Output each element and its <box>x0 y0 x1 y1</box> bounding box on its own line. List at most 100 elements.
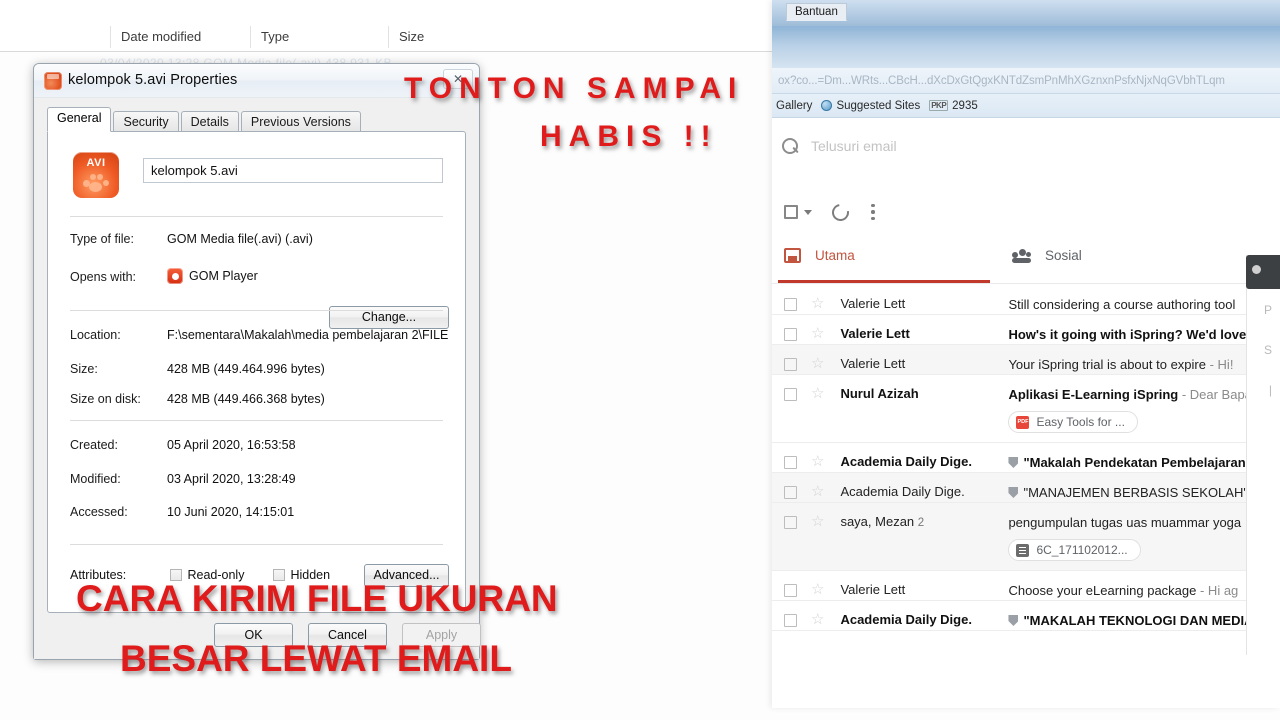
table-row[interactable]: ☆ Nurul Azizah Aplikasi E-Learning iSpri… <box>772 375 1280 443</box>
row-checkbox[interactable] <box>784 298 797 311</box>
dialog-title: kelompok 5.avi Properties <box>68 72 238 88</box>
row-body: pengumpulan tugas uas muammar yoga 6C_17… <box>1008 514 1280 570</box>
bookmark-suggested-sites-label: Suggested Sites <box>836 99 921 112</box>
attachment-chip[interactable]: 6C_171102012... <box>1008 539 1141 561</box>
star-icon[interactable]: ☆ <box>811 514 824 529</box>
table-row[interactable]: ☆ Valerie Lett Still considering a cours… <box>772 285 1280 315</box>
row-subject: "Makalah Pendekatan Pembelajaran" <box>1008 455 1252 470</box>
row-checkbox[interactable] <box>784 388 797 401</box>
academia-icon <box>1008 487 1019 498</box>
tab-utama[interactable]: Utama <box>784 248 855 263</box>
table-row[interactable]: ☆ saya, Mezan 2 pengumpulan tugas uas mu… <box>772 503 1280 571</box>
more-options-icon[interactable] <box>871 203 875 221</box>
star-icon[interactable]: ☆ <box>811 296 824 311</box>
attachment-chip[interactable]: PDF Easy Tools for ... <box>1008 411 1138 433</box>
divider-1 <box>70 216 443 217</box>
bookmark-gallery[interactable]: Gallery <box>776 100 812 112</box>
row-sender: saya, Mezan 2 <box>840 514 925 529</box>
star-icon[interactable]: ☆ <box>811 612 824 627</box>
explorer-column-type[interactable]: Type <box>250 26 385 48</box>
tab-sosial[interactable]: Sosial <box>1012 248 1082 263</box>
label-accessed: Accessed: <box>70 505 128 519</box>
row-subject: "MANAJEMEN BERBASIS SEKOLAH" <box>1008 485 1248 500</box>
select-all-checkbox[interactable] <box>784 205 798 219</box>
pkp-icon: PKP <box>929 100 949 111</box>
bookmark-pkp[interactable]: PKP 2935 <box>929 100 978 112</box>
value-size: 428 MB (449.464.996 bytes) <box>167 362 325 376</box>
gmail-toolbar <box>772 190 1280 234</box>
row-subject: Aplikasi E-Learning iSpring - Dear Bapak <box>1008 387 1259 402</box>
value-modified: 03 April 2020, 13:28:49 <box>167 472 296 486</box>
gmail-message-list: ☆ Valerie Lett Still considering a cours… <box>772 285 1280 708</box>
field-size: Size: 428 MB (449.464.996 bytes) <box>70 362 449 380</box>
star-icon[interactable]: ☆ <box>811 582 824 597</box>
general-tab-panel: AVI kelompok 5.avi Type of file: GOM Med… <box>47 131 466 613</box>
row-body: "MAKALAH TEKNOLOGI DAN MEDIA <box>1008 612 1280 630</box>
side-panel-letter-3[interactable]: | <box>1269 383 1272 397</box>
field-modified: Modified: 03 April 2020, 13:28:49 <box>70 472 449 490</box>
side-panel-letter-1[interactable]: P <box>1264 303 1272 317</box>
field-created: Created: 05 April 2020, 16:53:58 <box>70 438 449 456</box>
tab-general[interactable]: General <box>47 107 112 132</box>
table-row[interactable]: ☆ Academia Daily Dige. "MANAJEMEN BERBAS… <box>772 473 1280 503</box>
filename-field[interactable]: kelompok 5.avi <box>143 158 443 183</box>
tab-security[interactable]: Security <box>113 111 179 133</box>
avi-large-icon: AVI <box>73 152 119 198</box>
dialog-body: General Security Details Previous Versio… <box>34 98 481 659</box>
side-panel-letter-2[interactable]: S <box>1264 343 1272 357</box>
explorer-column-date-modified[interactable]: Date modified <box>110 26 250 48</box>
table-row[interactable]: ☆ Valerie Lett Choose your eLearning pac… <box>772 571 1280 601</box>
star-icon[interactable]: ☆ <box>811 454 824 469</box>
star-icon[interactable]: ☆ <box>811 484 824 499</box>
row-sender: Valerie Lett <box>840 356 906 371</box>
avi-icon-label: AVI <box>86 157 106 169</box>
table-row[interactable]: ☆ Academia Daily Dige. "MAKALAH TEKNOLOG… <box>772 601 1280 631</box>
divider-2 <box>70 310 443 311</box>
tab-previous-versions[interactable]: Previous Versions <box>240 111 361 133</box>
bookmark-pkp-label: 2935 <box>952 99 978 112</box>
overlay-text-bottom-line1: CARA KIRIM FILE UKURAN <box>76 578 558 619</box>
table-row[interactable]: ☆ Valerie Lett Your iSpring trial is abo… <box>772 345 1280 375</box>
value-location: F:\sementara\Makalah\media pembelajaran … <box>167 328 449 342</box>
bookmark-suggested-sites[interactable]: Suggested Sites <box>821 100 920 112</box>
label-created: Created: <box>70 438 118 452</box>
row-body: Still considering a course authoring too… <box>1008 296 1280 314</box>
label-size-on-disk: Size on disk: <box>70 392 141 406</box>
field-accessed: Accessed: 10 Juni 2020, 14:15:01 <box>70 505 449 523</box>
explorer-column-size[interactable]: Size <box>388 26 483 48</box>
row-body: Aplikasi E-Learning iSpring - Dear Bapak… <box>1008 386 1280 442</box>
gmail-search-bar[interactable]: Telusuri email <box>772 119 1280 173</box>
pdf-icon: PDF <box>1016 415 1030 429</box>
row-checkbox[interactable] <box>784 584 797 597</box>
avi-file-icon <box>44 72 62 90</box>
chevron-down-icon[interactable] <box>804 209 812 215</box>
label-location: Location: <box>70 328 121 342</box>
screenshot-root: Date modified Type Size 03/04/2020 13:28… <box>0 0 1280 720</box>
row-subject: Choose your eLearning package - Hi ag <box>1008 583 1239 598</box>
attachment-label: 6C_171102012... <box>1036 543 1128 557</box>
table-row[interactable]: ☆ Valerie Lett How's it going with iSpri… <box>772 315 1280 345</box>
star-icon[interactable]: ☆ <box>811 326 824 341</box>
row-checkbox[interactable] <box>784 358 797 371</box>
row-snippet: - Hi ag <box>1196 583 1239 598</box>
overlay-text-bottom-line2: BESAR LEWAT EMAIL <box>120 638 512 679</box>
overlay-text-top-line1: TONTON SAMPAI <box>404 72 744 105</box>
menu-item-bantuan[interactable]: Bantuan <box>786 3 847 21</box>
row-checkbox[interactable] <box>784 614 797 627</box>
row-checkbox[interactable] <box>784 486 797 499</box>
search-input-placeholder[interactable]: Telusuri email <box>811 138 897 154</box>
row-checkbox[interactable] <box>784 328 797 341</box>
row-checkbox[interactable] <box>784 456 797 469</box>
star-icon[interactable]: ☆ <box>811 386 824 401</box>
refresh-icon[interactable] <box>832 204 849 221</box>
academia-icon <box>1008 615 1019 626</box>
row-subject: Your iSpring trial is about to expire - … <box>1008 357 1234 372</box>
row-body: Your iSpring trial is about to expire - … <box>1008 356 1280 374</box>
address-bar[interactable]: ox?co...=Dm...WRts...CBcH...dXcDxGtQgxKN… <box>772 68 1280 94</box>
browser-tabstrip <box>772 26 1280 68</box>
tab-details[interactable]: Details <box>180 111 239 133</box>
star-icon[interactable]: ☆ <box>811 356 824 371</box>
row-checkbox[interactable] <box>784 516 797 529</box>
table-row[interactable]: ☆ Academia Daily Dige. "Makalah Pendekat… <box>772 443 1280 473</box>
side-panel-toggle[interactable] <box>1246 255 1280 289</box>
